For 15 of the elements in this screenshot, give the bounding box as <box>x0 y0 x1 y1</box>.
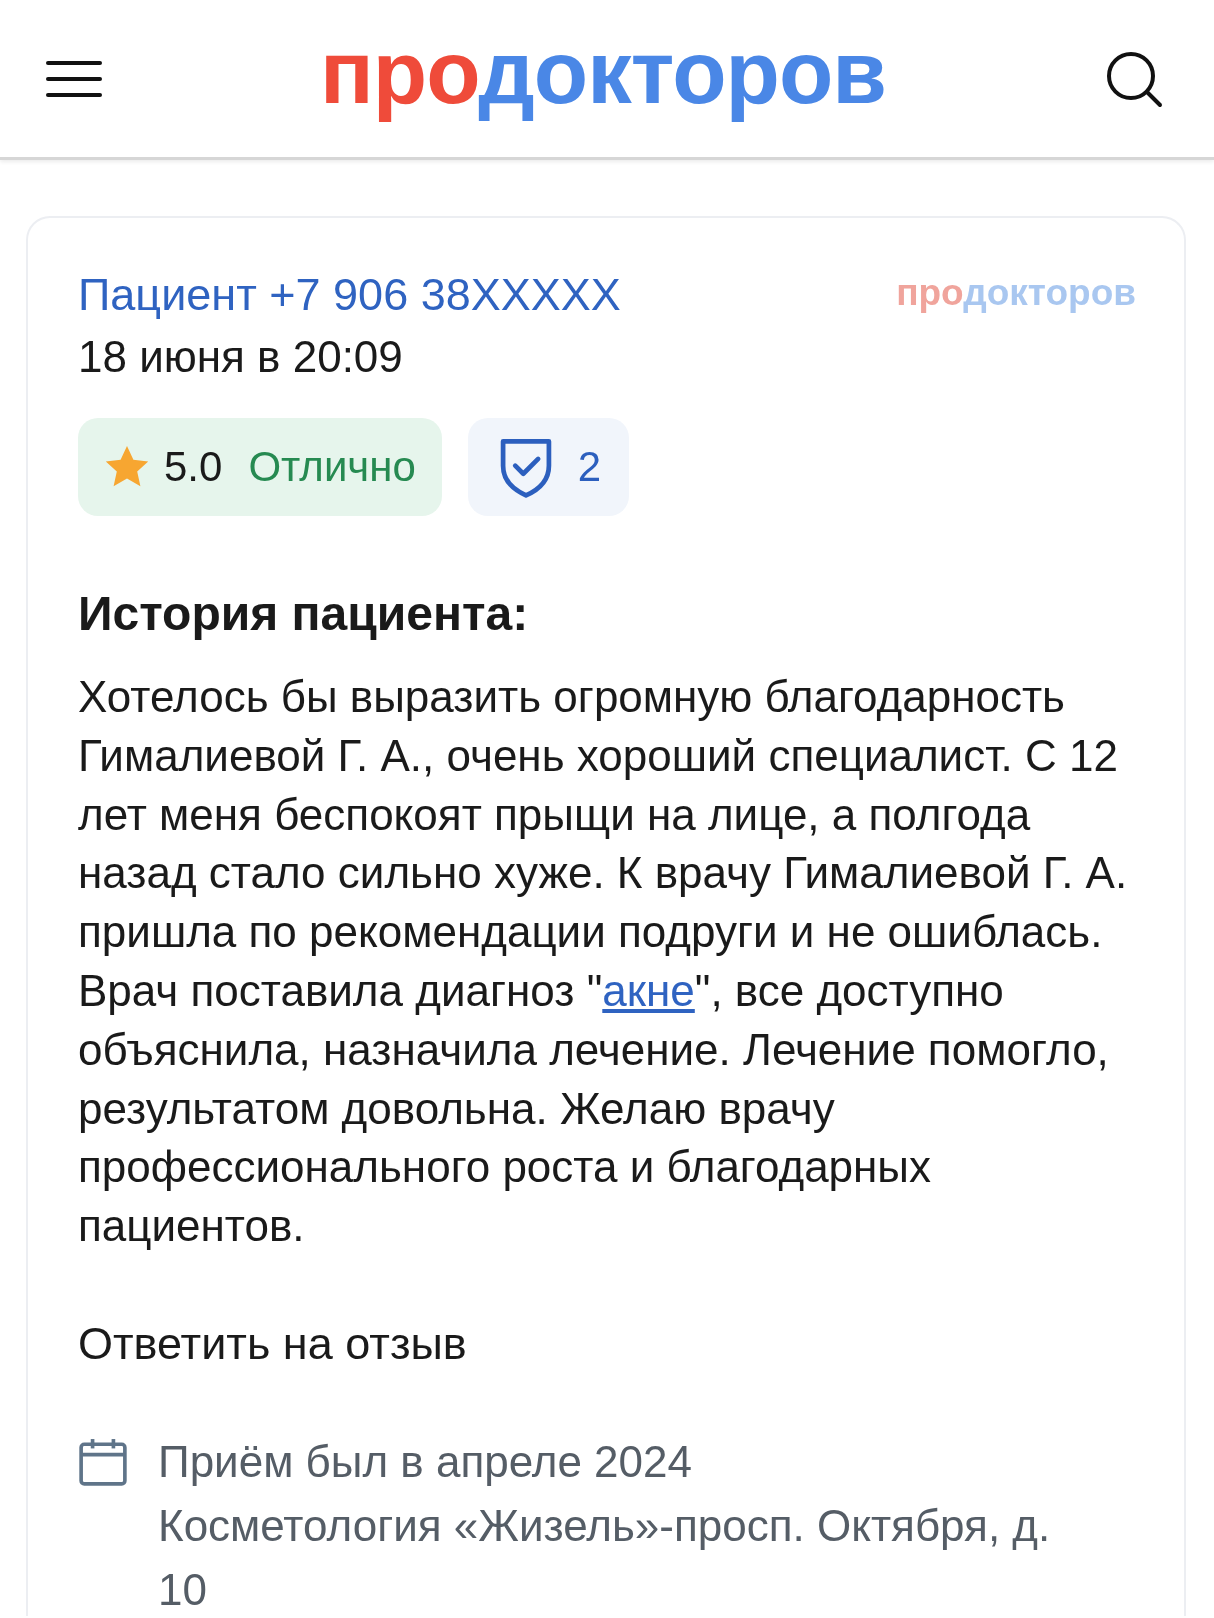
clinic-address: Косметология «Жизель»-просп. Октября, д. 10 <box>158 1499 1052 1616</box>
review-date: 18 июня в 20:09 <box>78 331 404 383</box>
calendar-icon <box>78 1437 128 1488</box>
story-text: Хотелось бы выразить огромную благодарность Гималиевой Г. А., очень хороший специалист. С 12 лет меня беспокоят прыщи на лице, а полгода назад стало сильно хуже. К врачу Гималиевой Г. А. пришла по рекомендации подруги и не ошиблась. Врач поставила диагноз "акне", все доступно объяснила, назначила лечение. Лечение помогло, результатом довольна. Желаю врачу профессионального роста и благодарных пациентов. <box>78 671 1129 1253</box>
rating-score: 5.0 <box>164 443 223 491</box>
story-heading: История пациента: <box>78 586 530 642</box>
site-logo[interactable]: продокторов <box>320 28 886 129</box>
menu-icon[interactable] <box>46 58 102 99</box>
author-name[interactable]: Пациент +7 906 38XXXXX <box>78 264 621 326</box>
source-logo: продокторов <box>896 272 1136 314</box>
reply-link[interactable]: Ответить на отзыв <box>78 1313 1136 1374</box>
diagnosis-link[interactable]: акне <box>602 966 695 1015</box>
rating-verdict: Отлично <box>248 443 416 491</box>
verified-count: 2 <box>577 443 602 491</box>
visit-date: Приём был в апреле 2024 <box>158 1435 693 1488</box>
